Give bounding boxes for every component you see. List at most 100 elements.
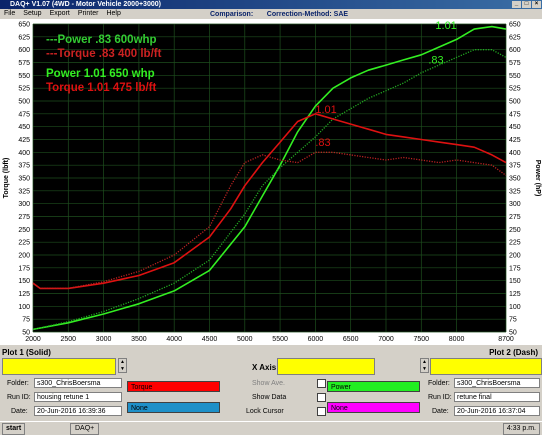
plot1-folder-label: Folder: [7,380,29,387]
menu-item-file[interactable]: File [4,10,15,17]
plot2-runid-label: Run ID: [428,394,452,401]
plot2-date-field[interactable]: 20-Jun-2016 16:37:04 [454,406,540,416]
y-tick-label-right: 575 [509,60,521,67]
y-tick-label-right: 550 [509,73,521,80]
y-tick-label-left: 500 [18,99,30,106]
y-tick-label-left: 400 [18,150,30,157]
plot1-runid-field[interactable]: housing retune 1 [34,392,122,402]
plot1-folder-field[interactable]: s300_ChrisBoersma [34,378,122,388]
menu-item-help[interactable]: Help [106,10,120,17]
y-tick-label-right: 200 [509,253,521,260]
plot2-folder-field[interactable]: s300_ChrisBoersma [454,378,540,388]
lock-cursor-label: Lock Cursor [246,408,284,415]
menu-item-printer[interactable]: Printer [78,10,99,17]
correction-label: Correction-Method: SAE [266,11,349,18]
y-tick-label-right: 375 [509,163,521,170]
start-button[interactable]: start [2,423,26,435]
x-tick-label: 5000 [237,336,253,343]
curve-annotation-0: 1.01 [435,20,456,32]
taskbar-daq-button[interactable]: DAQ+ [70,423,100,435]
y-tick-label-right: 525 [509,86,521,93]
x-tick-label: 3500 [131,336,147,343]
y-tick-label-left: 325 [18,188,30,195]
y-tick-label-right: 100 [509,304,521,311]
y-tick-label-left: 275 [18,214,30,221]
x-tick-label: 6500 [343,336,359,343]
close-icon[interactable]: × [532,1,541,8]
y-axis-title-left: Torque (lbft) [3,158,10,199]
show-data-checkbox[interactable] [317,393,326,402]
plot1-channel-select[interactable] [2,358,116,375]
taskbar: start DAQ+ 4:33 p.m. [0,421,542,435]
xaxis-select[interactable] [277,358,375,375]
lock-cursor-checkbox[interactable] [317,407,326,416]
channel-torque-left[interactable]: Torque [127,381,220,392]
plot-control-panel: Plot 1 (Solid) X Axis Plot 2 (Dash) ▲ ▼ ▲… [0,345,542,421]
show-data-label: Show Data [252,394,287,401]
channel-none-right[interactable]: None [327,402,420,413]
window-controls: _ □ × [512,1,541,8]
minimize-icon[interactable]: _ [512,1,521,8]
curve-annotation-1: .83 [428,55,443,67]
legend-entry-2: Power 1.01 650 whp [46,68,155,80]
y-tick-label-left: 625 [18,34,30,41]
x-tick-label: 6000 [308,336,324,343]
y-tick-label-right: 475 [509,111,521,118]
y-tick-label-right: 250 [509,227,521,234]
plot2-channel-select[interactable] [430,358,542,375]
y-tick-label-right: 300 [509,201,521,208]
xaxis-spinner-right[interactable]: ▲ ▼ [420,358,429,373]
plot1-date-label: Date: [11,408,28,415]
y-tick-label-right: 150 [509,278,521,285]
y-tick-label-left: 575 [18,60,30,67]
y-tick-label-right: 175 [509,265,521,272]
plot1-runid-label: Run ID: [7,394,31,401]
xaxis-spinner-left[interactable]: ▲ ▼ [118,358,127,373]
menu-item-setup[interactable]: Setup [23,10,41,17]
plot1-date-field[interactable]: 20-Jun-2016 16:39:36 [34,406,122,416]
plot1-title: Plot 1 (Solid) [2,348,51,357]
legend-entry-0: ---Power .83 600whp [46,34,157,46]
y-tick-label-right: 325 [509,188,521,195]
y-tick-label-left: 450 [18,124,30,131]
y-tick-label-left: 175 [18,265,30,272]
x-tick-label: 2500 [61,336,77,343]
maximize-icon[interactable]: □ [522,1,531,8]
plot2-folder-label: Folder: [428,380,450,387]
x-tick-label: 8700 [498,336,514,343]
y-tick-label-left: 550 [18,73,30,80]
y-tick-label-left: 425 [18,137,30,144]
y-tick-label-right: 500 [509,99,521,106]
y-tick-label-left: 375 [18,163,30,170]
comparison-label: Comparison: [210,11,254,18]
y-tick-label-right: 625 [509,34,521,41]
menu-item-export[interactable]: Export [50,10,70,17]
menu-bar: File Setup Export Printer Help Comparison: C… [0,9,542,19]
y-tick-label-right: 425 [509,137,521,144]
y-tick-label-right: 400 [509,150,521,157]
x-tick-label: 7000 [378,336,394,343]
show-ave-checkbox[interactable] [317,379,326,388]
y-tick-label-right: 650 [509,22,521,29]
y-tick-label-left: 200 [18,253,30,260]
plot2-title: Plot 2 (Dash) [489,348,538,357]
x-tick-label: 8000 [449,336,465,343]
y-tick-label-left: 300 [18,201,30,208]
dyno-chart: 50 5075 75100 100125 125150 150175 175200 20022… [0,19,542,345]
channel-none-left[interactable]: None [127,402,220,413]
y-tick-label-right: 600 [509,47,521,54]
y-tick-label-right: 350 [509,176,521,183]
y-tick-label-left: 650 [18,22,30,29]
y-tick-label-right: 125 [509,291,521,298]
x-tick-label: 2000 [25,336,41,343]
channel-power-right[interactable]: Power [327,381,420,392]
x-tick-label: 4000 [166,336,182,343]
y-tick-label-right: 75 [509,317,517,324]
x-tick-label: 3000 [96,336,112,343]
y-axis-title-right: Power (hP) [534,160,541,197]
y-tick-label-right: 225 [509,240,521,247]
y-tick-label-left: 100 [18,304,30,311]
y-tick-label-left: 250 [18,227,30,234]
plot2-runid-field[interactable]: retune final [454,392,540,402]
legend-entry-3: Torque 1.01 475 lb/ft [46,82,157,94]
